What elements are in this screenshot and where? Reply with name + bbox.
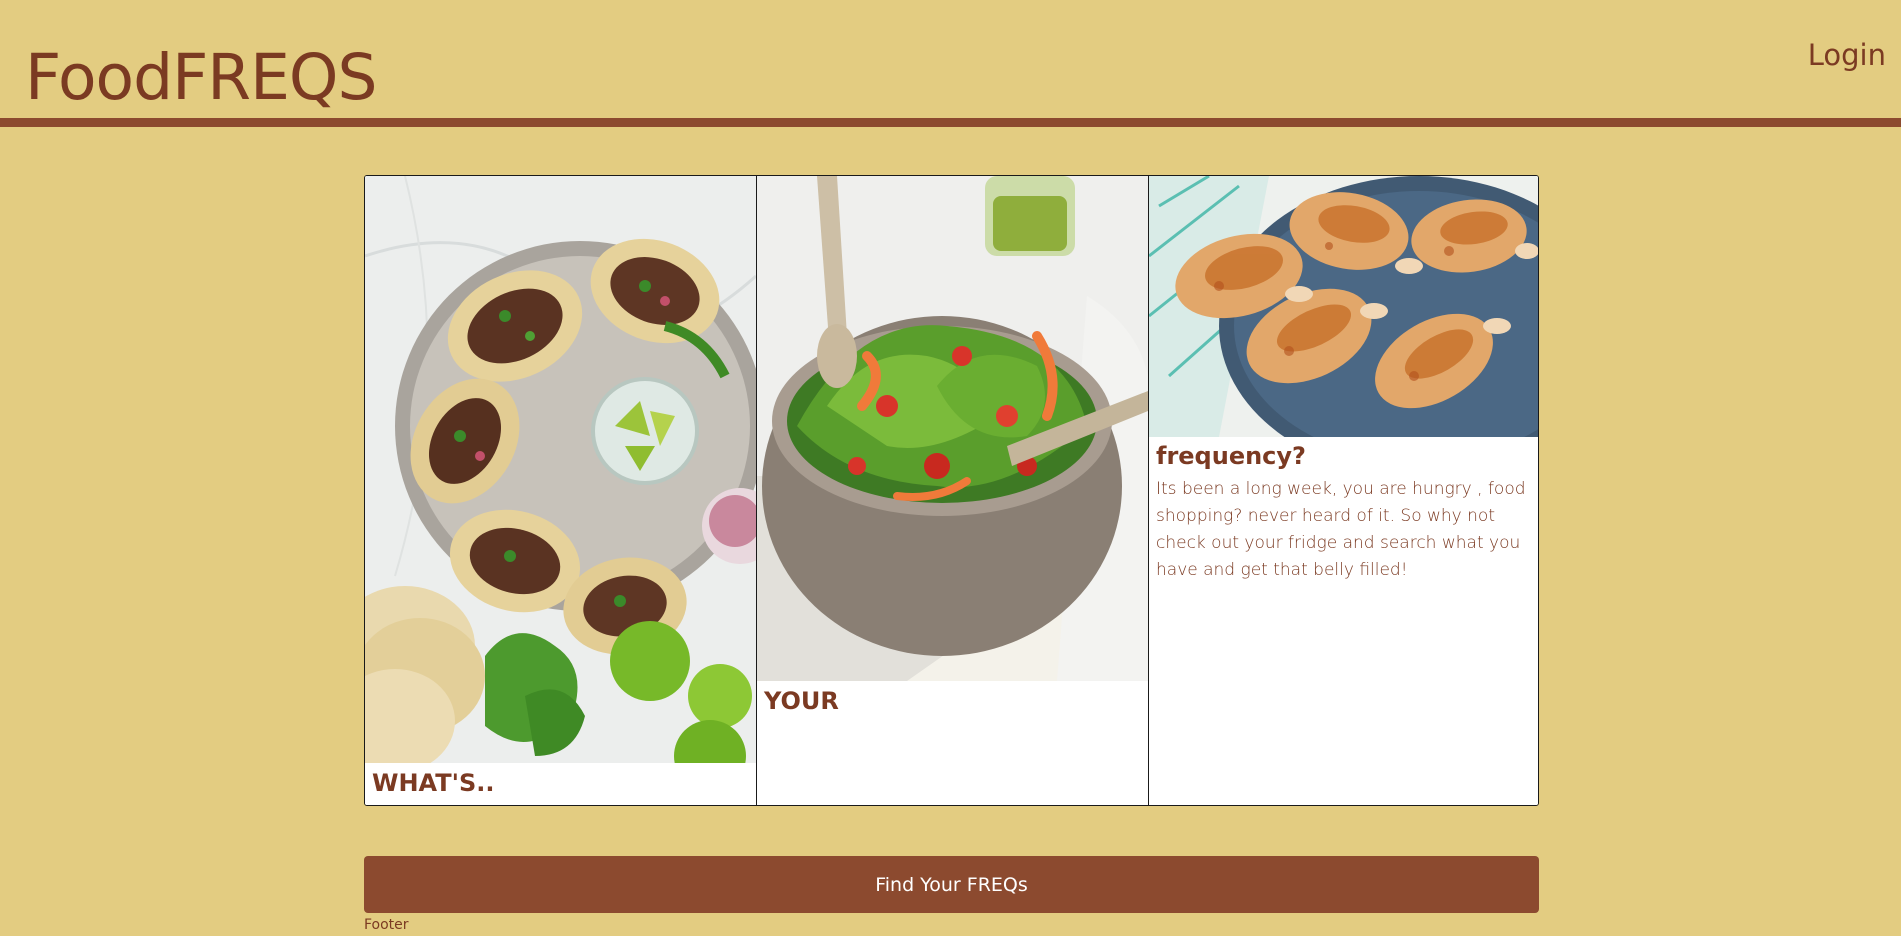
card-your: YOUR <box>757 176 1149 805</box>
card-title: WHAT'S.. <box>372 769 495 797</box>
card-group: WHAT'S.. YOUR frequency? Its been a long… <box>364 175 1539 806</box>
login-link[interactable]: Login <box>1808 38 1886 72</box>
card-whats: WHAT'S.. <box>365 176 757 805</box>
card-title: frequency? <box>1156 442 1306 470</box>
card-description: Its been a long week, you are hungry , f… <box>1156 479 1526 580</box>
salad-image <box>757 176 1148 681</box>
find-your-freqs-button[interactable]: Find Your FREQs <box>364 856 1539 913</box>
tacos-image <box>365 176 756 763</box>
card-title: YOUR <box>764 687 839 715</box>
brand-logo-link[interactable]: FoodFREQS <box>25 38 377 118</box>
card-frequency: frequency? Its been a long week, you are… <box>1149 176 1538 805</box>
chicken-image <box>1149 176 1538 437</box>
navbar: FoodFREQS Login <box>0 0 1901 127</box>
footer: Footer <box>364 917 409 933</box>
